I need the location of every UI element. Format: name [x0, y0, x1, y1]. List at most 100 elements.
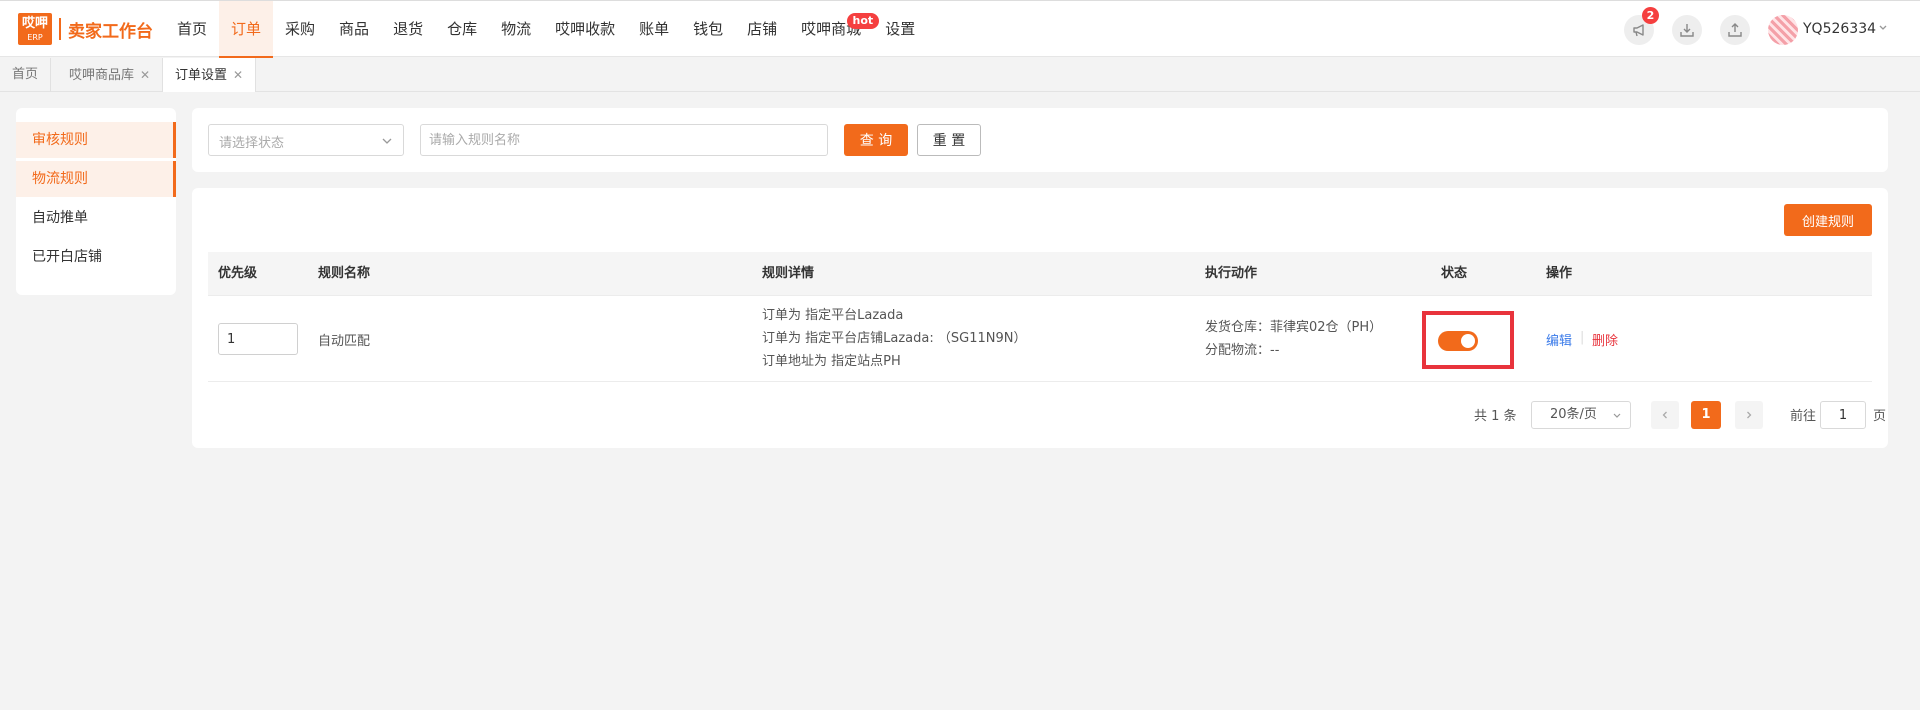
- column-header: 操作: [1546, 266, 1573, 281]
- chevron-left-icon: [1662, 411, 1667, 419]
- rule-name: 自动匹配: [318, 334, 371, 349]
- pagination-total: 共 1 条: [1474, 409, 1517, 424]
- notification-count-badge: 2: [1642, 7, 1659, 24]
- next-page-button[interactable]: [1735, 401, 1763, 429]
- nav-item-label: 物流: [501, 20, 532, 38]
- sidebar-item-label: 物流规则: [32, 171, 88, 187]
- chevron-down-icon: [1613, 413, 1621, 418]
- current-page-button[interactable]: 1: [1691, 401, 1721, 429]
- action-separator: |: [1580, 330, 1585, 345]
- sidebar-item-review-rules[interactable]: 审核规则: [16, 122, 176, 158]
- priority-input[interactable]: [218, 323, 298, 355]
- nav-item-stores[interactable]: 店铺: [735, 1, 789, 58]
- close-icon[interactable]: ✕: [140, 68, 150, 82]
- create-rule-button[interactable]: 创建规则: [1784, 204, 1872, 236]
- sidebar-item-whitelisted-stores[interactable]: 已开白店铺: [16, 239, 176, 275]
- column-header: 规则名称: [318, 266, 371, 281]
- page-size-value: 20条/页: [1550, 407, 1597, 422]
- close-icon[interactable]: ✕: [233, 68, 243, 82]
- status-select[interactable]: 请选择状态: [208, 124, 404, 156]
- reset-button[interactable]: 重 置: [917, 124, 981, 156]
- nav-item-label: 退货: [393, 20, 424, 38]
- nav-item-products[interactable]: 商品: [327, 1, 381, 58]
- nav-item-orders[interactable]: 订单: [219, 1, 274, 59]
- goto-label: 前往: [1790, 409, 1817, 424]
- rule-detail-line: 订单为 指定平台店铺Lazada: （SG11N9N）: [762, 331, 1027, 346]
- chevron-down-icon[interactable]: [1878, 23, 1888, 33]
- delete-link[interactable]: 删除: [1592, 330, 1618, 349]
- toggle-knob: [1461, 334, 1475, 348]
- query-button[interactable]: 查 询: [844, 124, 908, 156]
- nav-item-label: 仓库: [447, 20, 478, 38]
- app-logo[interactable]: 哎呷 ERP: [18, 13, 52, 45]
- upload-button[interactable]: [1720, 15, 1750, 45]
- nav-item-warehouse[interactable]: 仓库: [435, 1, 489, 58]
- user-avatar[interactable]: [1768, 15, 1798, 45]
- nav-item-purchase[interactable]: 采购: [273, 1, 327, 58]
- nav-item-payments[interactable]: 哎呷收款: [543, 1, 627, 58]
- column-header: 优先级: [218, 266, 258, 281]
- edit-link[interactable]: 编辑: [1546, 330, 1572, 349]
- sidebar-item-auto-push[interactable]: 自动推单: [16, 200, 176, 236]
- nav-item-bills[interactable]: 账单: [627, 1, 681, 58]
- sidebar-item-label: 自动推单: [32, 210, 88, 226]
- nav-item-label: 商品: [339, 20, 370, 38]
- announcement-button[interactable]: 2: [1624, 7, 1659, 45]
- tab-product-library[interactable]: 哎呷商品库 ✕: [57, 58, 164, 92]
- download-button[interactable]: [1672, 15, 1702, 45]
- top-navbar: 哎呷 ERP 卖家工作台 首页 订单 采购 商品 退货 仓库 物流 哎呷收款 账…: [0, 0, 1920, 59]
- nav-item-label: 订单: [231, 20, 262, 38]
- column-header: 状态: [1441, 266, 1468, 281]
- rules-panel: 创建规则 优先级 规则名称 规则详情 执行动作 状态 操作 自动匹配 订单为 指…: [192, 188, 1888, 448]
- sidebar-item-logistics-rules[interactable]: 物流规则: [16, 161, 176, 197]
- download-icon: [1680, 24, 1694, 37]
- logo-divider: [59, 18, 61, 40]
- tab-label: 首页: [12, 67, 39, 82]
- sidebar-item-label: 审核规则: [32, 132, 88, 148]
- tab-label: 订单设置: [175, 68, 228, 83]
- upload-icon: [1728, 23, 1742, 37]
- logo-text-top: 哎呷: [21, 16, 48, 31]
- nav-item-label: 采购: [285, 20, 316, 38]
- nav-item-mall[interactable]: 哎呷商城 hot: [789, 1, 880, 58]
- nav-item-label: 首页: [177, 20, 208, 38]
- main-nav: 首页 订单 采购 商品 退货 仓库 物流 哎呷收款 账单 钱包 店铺 哎呷商城 …: [165, 1, 927, 59]
- status-select-placeholder: 请选择状态: [219, 136, 285, 151]
- nav-item-home[interactable]: 首页: [165, 1, 219, 58]
- page-unit-label: 页: [1873, 409, 1887, 424]
- rule-detail-line: 订单为 指定平台Lazada: [762, 308, 904, 323]
- status-toggle[interactable]: [1438, 331, 1478, 351]
- rule-detail-line: 订单地址为 指定站点PH: [762, 354, 901, 369]
- logo-text-bottom: ERP: [27, 33, 43, 42]
- prev-page-button[interactable]: [1651, 401, 1679, 429]
- page-tabs: 首页 哎呷商品库 ✕ 订单设置 ✕: [0, 58, 1920, 92]
- username[interactable]: YQ526334: [1803, 21, 1876, 37]
- nav-item-settings[interactable]: 设置: [873, 1, 927, 58]
- filter-panel: 请选择状态 查 询 重 置: [192, 108, 1888, 172]
- chevron-down-icon: [382, 138, 392, 144]
- brand-title: 卖家工作台: [68, 22, 153, 42]
- tab-order-settings[interactable]: 订单设置 ✕: [163, 58, 257, 92]
- tab-label: 哎呷商品库: [69, 68, 135, 83]
- column-header: 执行动作: [1205, 266, 1258, 281]
- nav-item-label: 设置: [885, 20, 916, 38]
- chevron-right-icon: [1747, 411, 1752, 419]
- nav-item-label: 钱包: [693, 20, 724, 38]
- table-row: 自动匹配 订单为 指定平台Lazada 订单为 指定平台店铺Lazada: （S…: [208, 296, 1872, 382]
- nav-item-label: 账单: [639, 20, 670, 38]
- sidebar-item-label: 已开白店铺: [32, 249, 102, 265]
- rule-name-input[interactable]: [420, 124, 828, 156]
- column-header: 规则详情: [762, 266, 815, 281]
- nav-item-logistics[interactable]: 物流: [489, 1, 543, 58]
- action-line: 发货仓库：菲律宾02仓（PH）: [1205, 320, 1383, 335]
- nav-item-label: 店铺: [747, 20, 778, 38]
- page-size-select[interactable]: 20条/页: [1531, 401, 1631, 429]
- megaphone-icon: [1633, 24, 1644, 37]
- goto-page-input[interactable]: [1820, 401, 1866, 429]
- tab-home[interactable]: 首页: [0, 58, 52, 92]
- nav-item-wallet[interactable]: 钱包: [681, 1, 735, 58]
- rule-details: 订单为 指定平台Lazada 订单为 指定平台店铺Lazada: （SG11N9…: [762, 304, 1026, 373]
- action-line: 分配物流：--: [1205, 343, 1280, 358]
- table-header: 优先级 规则名称 规则详情 执行动作 状态 操作: [208, 252, 1872, 296]
- nav-item-returns[interactable]: 退货: [381, 1, 435, 58]
